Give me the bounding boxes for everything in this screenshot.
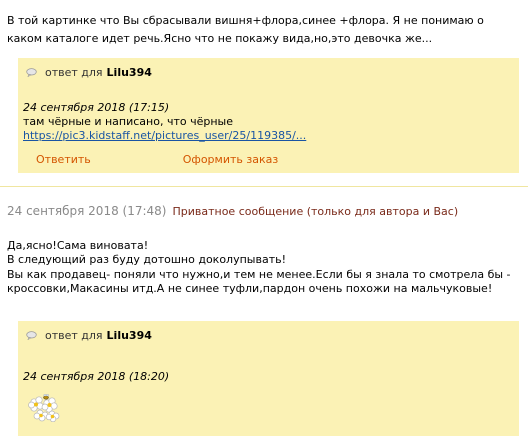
post-meta: 24 сентября 2018 (17:48) Приватное сообщ… xyxy=(7,204,458,218)
post-actions: Ответить Оформить заказ xyxy=(36,153,278,166)
post-body: Да,ясно!Сама виновата! В следующий раз б… xyxy=(7,239,511,295)
flower-sticker-icon xyxy=(28,394,60,422)
quote-author[interactable]: Lilu394 xyxy=(107,329,152,342)
speech-bubble-icon xyxy=(26,68,37,77)
quote-date: 24 сентября 2018 (17:15) xyxy=(23,101,170,114)
quote-block: ответ для Lilu394 24 сентября 2018 (18:2… xyxy=(18,321,519,436)
quote-header: ответ для Lilu394 xyxy=(26,329,152,342)
quote-date: 24 сентября 2018 (18:20) xyxy=(23,370,170,383)
order-button[interactable]: Оформить заказ xyxy=(183,153,278,166)
quote-text: там чёрные и написано, что чёрные xyxy=(23,115,233,128)
speech-bubble-icon xyxy=(26,331,37,340)
post-divider xyxy=(0,186,528,187)
quote-link[interactable]: https://pic3.kidstaff.net/pictures_user/… xyxy=(23,129,306,142)
quote-header: ответ для Lilu394 xyxy=(26,66,152,79)
reply-to-label: ответ для xyxy=(45,329,103,342)
reply-to-label: ответ для xyxy=(45,66,103,79)
quote-block: ответ для Lilu394 24 сентября 2018 (17:1… xyxy=(18,58,519,173)
top-post-text: В той картинке что Вы сбрасывали вишня+ф… xyxy=(7,14,484,45)
post-date: 24 сентября 2018 (17:48) xyxy=(7,204,167,218)
quote-author[interactable]: Lilu394 xyxy=(107,66,152,79)
private-message-label: Приватное сообщение (только для автора и… xyxy=(172,205,459,218)
reply-button[interactable]: Ответить xyxy=(36,153,91,166)
